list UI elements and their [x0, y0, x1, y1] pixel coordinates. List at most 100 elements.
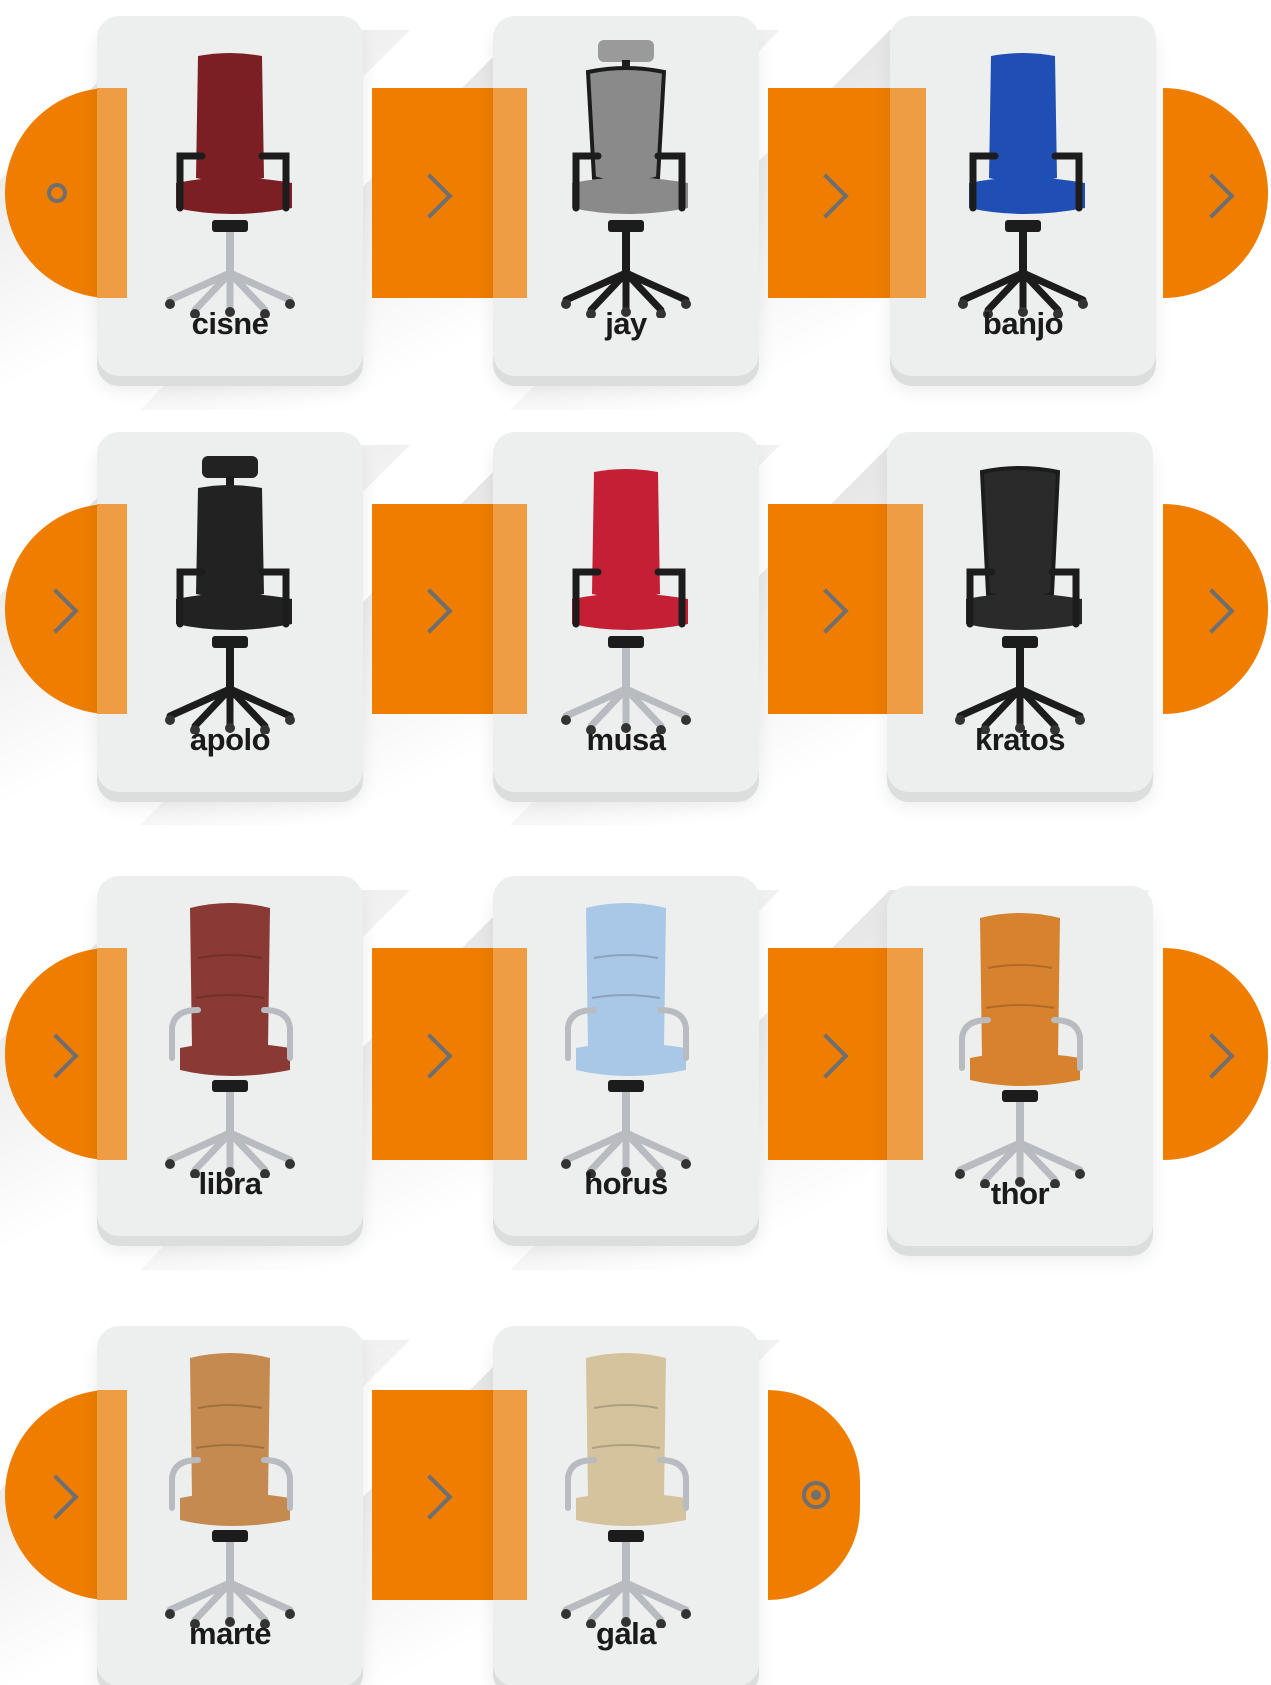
chair-image-apolo	[165, 456, 295, 734]
product-card-jay[interactable]: jay	[493, 16, 759, 376]
chair-column	[226, 1538, 234, 1586]
chair-base	[166, 1579, 294, 1624]
chair-base	[166, 269, 294, 314]
chair-base	[562, 1129, 690, 1174]
product-name: horus	[584, 1166, 668, 1201]
chair-mechanism	[1005, 220, 1041, 232]
chair-seat	[966, 593, 1082, 630]
flow-connector-overlay	[887, 504, 923, 714]
chair-image-gala	[561, 1353, 691, 1628]
product-card-marte[interactable]: marte	[97, 1326, 363, 1685]
flow-connector-overlay	[493, 88, 527, 298]
chair-mechanism	[608, 220, 644, 232]
flow-connector-overlay	[493, 948, 527, 1160]
chair-column	[1019, 228, 1027, 276]
chair-backrest	[190, 903, 270, 1054]
chair-mechanism	[212, 1530, 248, 1542]
product-card-kratos[interactable]: kratos	[887, 432, 1153, 792]
chair-image-marte	[165, 1353, 295, 1628]
chair-image-libra	[165, 903, 295, 1178]
chair-seat	[576, 1493, 686, 1526]
chair-mechanism	[608, 636, 644, 648]
product-card-thor[interactable]: thor	[887, 886, 1153, 1246]
chair-base	[959, 269, 1087, 314]
flow-connector-overlay	[493, 1390, 527, 1600]
product-card-horus[interactable]: horus	[493, 876, 759, 1236]
chair-backrest	[196, 485, 264, 598]
product-card-libra[interactable]: libra	[97, 876, 363, 1236]
chair-column	[622, 228, 630, 276]
product-name: gala	[595, 1616, 657, 1651]
chair-seat	[176, 593, 292, 630]
product-name: jay	[605, 306, 647, 341]
product-name: kratos	[974, 722, 1066, 757]
chair-backrest	[196, 53, 264, 182]
product-name: musa	[586, 722, 666, 757]
product-name: marte	[189, 1616, 271, 1651]
chair-seat	[180, 1043, 290, 1076]
chair-base	[562, 1579, 690, 1624]
chair-seat	[576, 1043, 686, 1076]
chair-backrest	[592, 469, 660, 598]
chair-flow-diagram: cisne jay banjo apolo musa kratos libra …	[0, 0, 1271, 1685]
product-card-cisne[interactable]: cisne	[97, 16, 363, 376]
chair-backrest	[190, 1353, 270, 1504]
chair-image-kratos	[955, 466, 1085, 734]
chair-headrest	[598, 40, 654, 62]
chair-seat	[180, 1493, 290, 1526]
product-card-banjo[interactable]: banjo	[890, 16, 1156, 376]
chair-mesh-back	[979, 466, 1061, 601]
chair-seat	[969, 177, 1085, 214]
chair-mechanism	[212, 636, 248, 648]
product-card-musa[interactable]: musa	[493, 432, 759, 792]
chair-image-cisne	[165, 53, 295, 318]
product-name: banjo	[982, 306, 1064, 341]
chair-column	[226, 228, 234, 276]
chair-backrest	[586, 903, 666, 1054]
chair-column	[1016, 1098, 1024, 1146]
product-card-apolo[interactable]: apolo	[97, 432, 363, 792]
chair-mechanism	[212, 1080, 248, 1092]
chair-backrest	[980, 913, 1060, 1064]
product-name: thor	[990, 1176, 1050, 1211]
chair-backrest	[586, 1353, 666, 1504]
product-name: cisne	[191, 306, 269, 341]
flow-connector-overlay	[97, 1390, 127, 1600]
chair-base	[562, 269, 690, 314]
chair-mechanism	[212, 220, 248, 232]
chair-seat	[572, 177, 688, 214]
chair-mesh-back	[585, 66, 667, 185]
flow-connector-overlay	[887, 948, 923, 1160]
flow-connector-overlay	[97, 948, 127, 1160]
chair-base	[166, 685, 294, 730]
chair-column	[226, 1088, 234, 1136]
chair-mechanism	[608, 1080, 644, 1092]
chair-column	[622, 644, 630, 692]
chair-image-horus	[561, 903, 691, 1178]
chair-headrest	[202, 456, 258, 478]
chair-base	[956, 685, 1084, 730]
chair-seat	[176, 177, 292, 214]
chair-column	[622, 1538, 630, 1586]
chair-base	[956, 1139, 1084, 1184]
chair-mechanism	[1002, 1090, 1038, 1102]
chair-image-thor	[955, 913, 1085, 1188]
chair-seat	[572, 593, 688, 630]
chair-column	[622, 1088, 630, 1136]
product-name: apolo	[189, 722, 271, 757]
chair-column	[1016, 644, 1024, 692]
chair-column	[226, 644, 234, 692]
chair-base	[166, 1129, 294, 1174]
product-card-gala[interactable]: gala	[493, 1326, 759, 1685]
chair-image-banjo	[958, 53, 1088, 318]
chair-seat	[970, 1053, 1080, 1086]
flow-connector-overlay	[97, 504, 127, 714]
flow-connector-overlay	[890, 88, 926, 298]
flow-connector-overlay	[97, 88, 127, 298]
chair-backrest	[989, 53, 1057, 182]
product-name: libra	[198, 1166, 262, 1201]
chair-mechanism	[608, 1530, 644, 1542]
chair-image-jay	[561, 40, 691, 318]
chair-mechanism	[1002, 636, 1038, 648]
chair-image-musa	[561, 469, 691, 734]
